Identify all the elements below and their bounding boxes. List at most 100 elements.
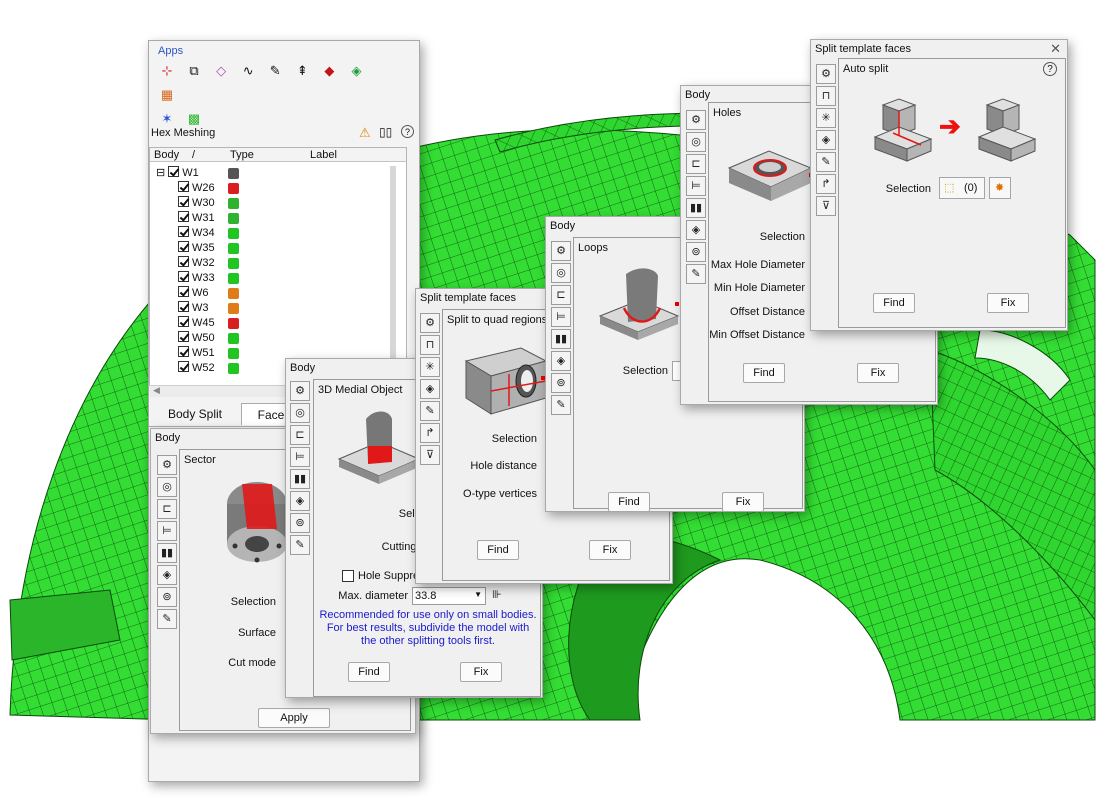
step-tool-icon[interactable]: ⊨ (290, 447, 310, 467)
pencil-tool-icon[interactable]: ✎ (157, 609, 177, 629)
medial-find-button[interactable]: Find (348, 662, 390, 682)
row-checkbox[interactable] (178, 331, 189, 342)
max-diameter-input[interactable]: 33.8 ▼ (412, 587, 486, 605)
row-checkbox[interactable] (178, 361, 189, 372)
row-checkbox[interactable] (178, 196, 189, 207)
row-checkbox[interactable] (178, 271, 189, 282)
body-tree[interactable]: Body / Type Label ⊟ W1 W26 W30 W31 W34 W35 W32 W… (149, 147, 407, 387)
solid-box-icon[interactable]: ⧉ (183, 60, 205, 82)
medial-fix-button[interactable]: Fix (460, 662, 502, 682)
dropdown-arrow-icon[interactable]: ▼ (474, 590, 482, 599)
cleave-tool-icon[interactable]: ▮▮ (551, 329, 571, 349)
burst-tool-icon[interactable]: ✳ (420, 357, 440, 377)
row-checkbox[interactable] (178, 346, 189, 357)
curve-tool-icon[interactable]: ↱ (420, 423, 440, 443)
tree-scrollbar[interactable] (390, 166, 396, 376)
curve-icon[interactable]: ∿ (237, 60, 259, 82)
gear-tool-icon[interactable]: ⚙ (420, 313, 440, 333)
pencil-tool-icon[interactable]: ✎ (816, 152, 836, 172)
gear-tool-icon[interactable]: ⚙ (816, 64, 836, 84)
tree-row[interactable]: W31 (178, 211, 398, 226)
tree-row[interactable]: W30 (178, 196, 398, 211)
tree-row[interactable]: W26 (178, 181, 398, 196)
col-type[interactable]: Type (230, 149, 254, 161)
row-checkbox[interactable] (178, 241, 189, 252)
row-checkbox[interactable] (178, 301, 189, 312)
bracket-tool-icon[interactable]: ⊓ (816, 86, 836, 106)
burst-tool-icon[interactable]: ✳ (816, 108, 836, 128)
funnel-tool-icon[interactable]: ⊽ (420, 445, 440, 465)
pencil-tool-icon[interactable]: ✎ (420, 401, 440, 421)
tree-row[interactable]: W32 (178, 256, 398, 271)
diamond-tool-icon[interactable]: ◈ (551, 351, 571, 371)
tree-row[interactable]: W34 (178, 226, 398, 241)
target-tool-icon[interactable]: ⊚ (686, 242, 706, 262)
diamond-tool-icon[interactable]: ◈ (816, 130, 836, 150)
tree-row[interactable]: W35 (178, 241, 398, 256)
auto-selection-button[interactable]: ⬚ (0) (939, 177, 985, 199)
apply-button[interactable]: Apply (258, 708, 330, 728)
row-checkbox[interactable] (178, 211, 189, 222)
auto-help-icon[interactable]: ? (1043, 62, 1057, 76)
row-checkbox[interactable] (178, 316, 189, 327)
tree-row[interactable]: W6 (178, 286, 398, 301)
diamond-tool-icon[interactable]: ◈ (157, 565, 177, 585)
pen-curve-icon[interactable]: ✎ (264, 60, 286, 82)
step-tool-icon[interactable]: ⊨ (686, 176, 706, 196)
diamond-tool-icon[interactable]: ◈ (290, 491, 310, 511)
target-tool-icon[interactable]: ⊚ (290, 513, 310, 533)
row-checkbox[interactable] (178, 181, 189, 192)
step-tool-icon[interactable]: ⊨ (551, 307, 571, 327)
help-icon[interactable]: ? (401, 125, 414, 138)
tree-row[interactable]: W50 (178, 331, 398, 346)
pencil-tool-icon[interactable]: ✎ (551, 395, 571, 415)
col-label[interactable]: Label (310, 149, 337, 161)
slot-tool-icon[interactable]: ⊏ (290, 425, 310, 445)
step-tool-icon[interactable]: ⊨ (157, 521, 177, 541)
cleave-tool-icon[interactable]: ▮▮ (157, 543, 177, 563)
row-checkbox[interactable] (168, 166, 180, 177)
curve-tool-icon[interactable]: ↱ (816, 174, 836, 194)
quad-fix-button[interactable]: Fix (589, 540, 631, 560)
gear-tool-icon[interactable]: ⚙ (686, 110, 706, 130)
row-checkbox[interactable] (178, 226, 189, 237)
loops-find-button[interactable]: Find (608, 492, 650, 512)
bracket-tool-icon[interactable]: ⊓ (420, 335, 440, 355)
spiral-tool-icon[interactable]: ◎ (551, 263, 571, 283)
move-icon[interactable]: ⇞ (291, 60, 313, 82)
axis-triad-icon[interactable]: ⊹ (156, 60, 178, 82)
holes-fix-button[interactable]: Fix (857, 363, 899, 383)
cleave-tool-icon[interactable]: ▮▮ (686, 198, 706, 218)
diamond-tool-icon[interactable]: ◈ (686, 220, 706, 240)
holes-find-button[interactable]: Find (743, 363, 785, 383)
tree-row[interactable]: ⊟ W1 (156, 166, 376, 181)
slot-tool-icon[interactable]: ⊏ (157, 499, 177, 519)
slot-tool-icon[interactable]: ⊏ (686, 154, 706, 174)
slot-tool-icon[interactable]: ⊏ (551, 285, 571, 305)
target-tool-icon[interactable]: ⊚ (551, 373, 571, 393)
flatten-icon[interactable]: ◈ (345, 60, 367, 82)
cut-surface-icon[interactable]: ◆ (318, 60, 340, 82)
col-body[interactable]: Body (154, 149, 179, 161)
quad-find-button[interactable]: Find (477, 540, 519, 560)
book-icon[interactable]: ▯▯ (379, 125, 392, 139)
tree-row[interactable]: W3 (178, 301, 398, 316)
measure-icon[interactable]: ⊪ (492, 588, 502, 601)
row-checkbox[interactable] (178, 256, 189, 267)
auto-magic-button[interactable]: ✸ (989, 177, 1011, 199)
target-tool-icon[interactable]: ⊚ (157, 587, 177, 607)
gear-tool-icon[interactable]: ⚙ (551, 241, 571, 261)
collapse-icon[interactable]: ⊟ (156, 167, 165, 179)
row-checkbox[interactable] (178, 286, 189, 297)
tree-row[interactable]: W45 (178, 316, 398, 331)
scroll-left-icon[interactable]: ◀ (153, 385, 160, 396)
gear-tool-icon[interactable]: ⚙ (290, 381, 310, 401)
surface-icon[interactable]: ◇ (210, 60, 232, 82)
hole-suppress-checkbox[interactable] (342, 570, 354, 582)
pencil-tool-icon[interactable]: ✎ (686, 264, 706, 284)
cleave-tool-icon[interactable]: ▮▮ (290, 469, 310, 489)
loops-fix-button[interactable]: Fix (722, 492, 764, 512)
funnel-tool-icon[interactable]: ⊽ (816, 196, 836, 216)
close-icon[interactable]: ✕ (1050, 41, 1061, 57)
gear-tool-icon[interactable]: ⚙ (157, 455, 177, 475)
